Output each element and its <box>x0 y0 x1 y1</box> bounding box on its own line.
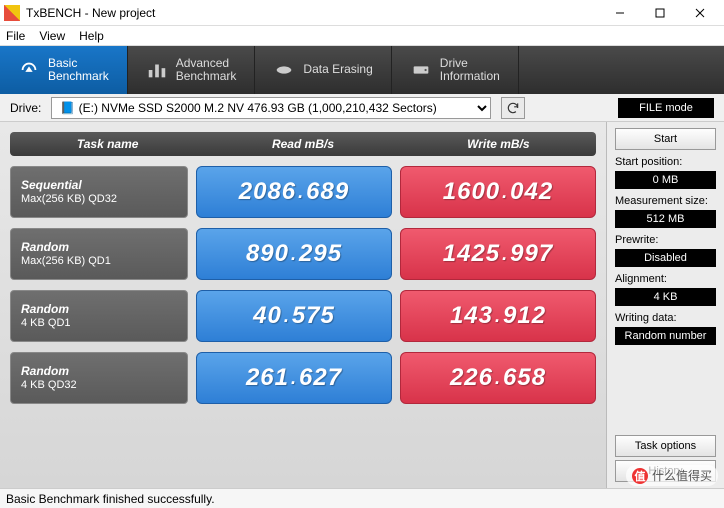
drive-select[interactable]: 📘 (E:) NVMe SSD S2000 M.2 NV 476.93 GB (… <box>51 97 491 119</box>
tab-data-erasing[interactable]: Data Erasing <box>255 46 391 94</box>
tab-label: Advanced Benchmark <box>176 57 237 83</box>
tab-drive-information[interactable]: Drive Information <box>392 46 519 94</box>
read-value: 890.295 <box>196 228 392 280</box>
titlebar: TxBENCH - New project <box>0 0 724 26</box>
menu-help[interactable]: Help <box>79 29 104 43</box>
bars-icon <box>146 59 168 81</box>
status-text: Basic Benchmark finished successfully. <box>6 492 215 506</box>
prewrite-label: Prewrite: <box>615 234 716 246</box>
tab-label: Data Erasing <box>303 63 372 76</box>
gauge-icon <box>18 59 40 81</box>
measurement-size-label: Measurement size: <box>615 195 716 207</box>
read-value: 2086.689 <box>196 166 392 218</box>
watermark-icon: 值 <box>632 468 648 484</box>
column-headers: Task name Read mB/s Write mB/s <box>10 132 596 156</box>
task-row: Random 4 KB QD1 40.575 143.912 <box>10 290 596 342</box>
writing-data-label: Writing data: <box>615 312 716 324</box>
task-row: Random 4 KB QD32 261.627 226.658 <box>10 352 596 404</box>
app-icon <box>4 5 20 21</box>
benchmark-panel: Task name Read mB/s Write mB/s Sequentia… <box>0 122 606 488</box>
window-title: TxBENCH - New project <box>26 6 600 20</box>
start-position-label: Start position: <box>615 156 716 168</box>
write-value: 1425.997 <box>400 228 596 280</box>
status-bar: Basic Benchmark finished successfully. <box>0 488 724 508</box>
task-name[interactable]: Sequential Max(256 KB) QD32 <box>10 166 188 218</box>
drive-label: Drive: <box>10 101 41 115</box>
writing-data-value[interactable]: Random number <box>615 327 716 345</box>
prewrite-value[interactable]: Disabled <box>615 249 716 267</box>
drive-row: Drive: 📘 (E:) NVMe SSD S2000 M.2 NV 476.… <box>0 94 724 122</box>
write-value: 226.658 <box>400 352 596 404</box>
tab-basic-benchmark[interactable]: Basic Benchmark <box>0 46 128 94</box>
write-value: 1600.042 <box>400 166 596 218</box>
start-position-value[interactable]: 0 MB <box>615 171 716 189</box>
header-write: Write mB/s <box>401 132 596 156</box>
menu-file[interactable]: File <box>6 29 25 43</box>
menu-view[interactable]: View <box>39 29 65 43</box>
file-mode-button[interactable]: FILE mode <box>618 98 714 118</box>
task-options-button[interactable]: Task options <box>615 435 716 457</box>
header-task: Task name <box>10 132 205 156</box>
refresh-button[interactable] <box>501 97 525 119</box>
task-row: Random Max(256 KB) QD1 890.295 1425.997 <box>10 228 596 280</box>
close-button[interactable] <box>680 2 720 24</box>
read-value: 40.575 <box>196 290 392 342</box>
maximize-button[interactable] <box>640 2 680 24</box>
watermark: 值 什么值得买 <box>626 465 718 486</box>
start-button[interactable]: Start <box>615 128 716 150</box>
measurement-size-value[interactable]: 512 MB <box>615 210 716 228</box>
side-panel: Start Start position: 0 MB Measurement s… <box>606 122 724 488</box>
alignment-label: Alignment: <box>615 273 716 285</box>
read-value: 261.627 <box>196 352 392 404</box>
task-row: Sequential Max(256 KB) QD32 2086.689 160… <box>10 166 596 218</box>
tab-label: Basic Benchmark <box>48 57 109 83</box>
tabbar: Basic Benchmark Advanced Benchmark Data … <box>0 46 724 94</box>
tab-advanced-benchmark[interactable]: Advanced Benchmark <box>128 46 256 94</box>
alignment-value[interactable]: 4 KB <box>615 288 716 306</box>
minimize-button[interactable] <box>600 2 640 24</box>
task-name[interactable]: Random 4 KB QD1 <box>10 290 188 342</box>
refresh-icon <box>506 101 520 115</box>
tab-label: Drive Information <box>440 57 500 83</box>
write-value: 143.912 <box>400 290 596 342</box>
drive-icon <box>410 59 432 81</box>
task-name[interactable]: Random Max(256 KB) QD1 <box>10 228 188 280</box>
erase-icon <box>273 59 295 81</box>
header-read: Read mB/s <box>205 132 400 156</box>
menubar: File View Help <box>0 26 724 46</box>
task-name[interactable]: Random 4 KB QD32 <box>10 352 188 404</box>
watermark-text: 什么值得买 <box>652 467 712 484</box>
